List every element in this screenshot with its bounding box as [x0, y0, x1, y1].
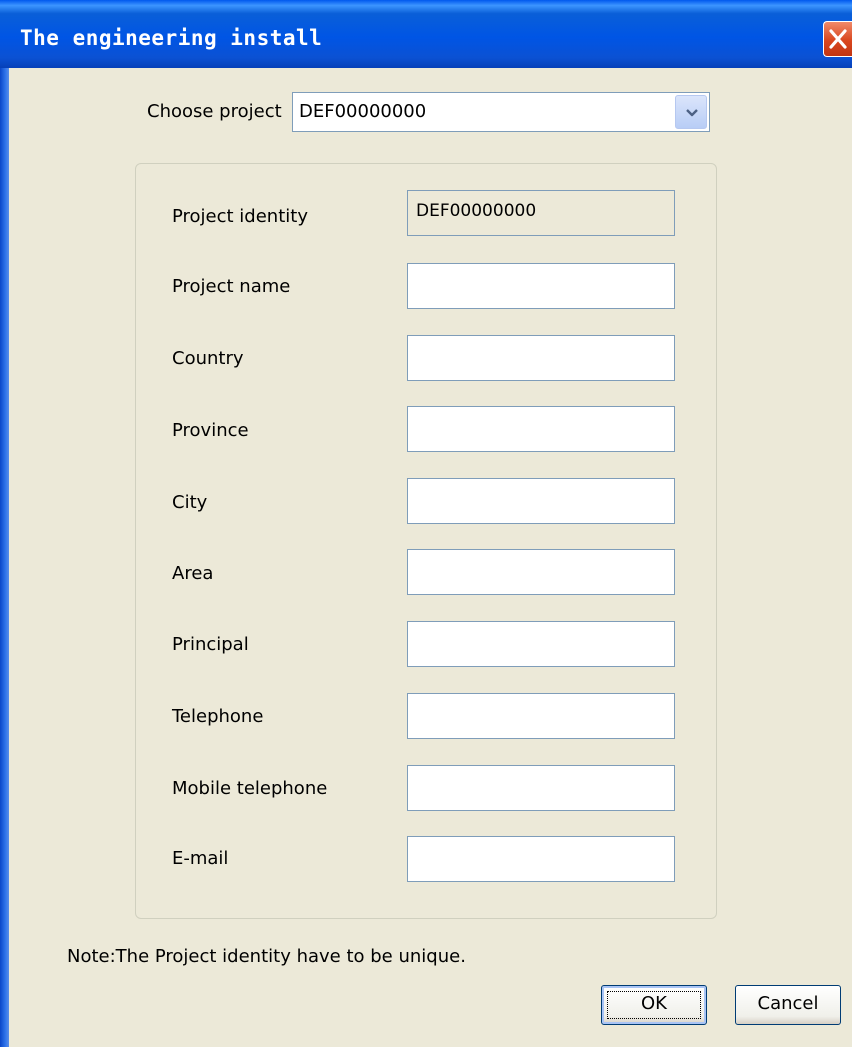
province-field[interactable]	[407, 406, 675, 452]
choose-project-value: DEF00000000	[299, 101, 427, 122]
chevron-down-icon	[686, 109, 698, 117]
cancel-button-label: Cancel	[757, 993, 819, 1014]
area-label: Area	[172, 563, 214, 584]
project-identity-label: Project identity	[172, 206, 308, 227]
dialog-window: The engineering install Choose project D…	[0, 0, 852, 1047]
cancel-button[interactable]: Cancel	[735, 985, 841, 1025]
project-name-field[interactable]	[407, 263, 675, 309]
choose-project-label: Choose project	[147, 101, 282, 122]
principal-field[interactable]	[407, 621, 675, 667]
province-label: Province	[172, 420, 249, 441]
window-frame-left	[0, 68, 9, 1047]
email-label: E-mail	[172, 848, 229, 869]
city-label: City	[172, 492, 208, 513]
combo-dropdown-button[interactable]	[675, 95, 707, 129]
telephone-field[interactable]	[407, 693, 675, 739]
email-field[interactable]	[407, 836, 675, 882]
mobile-telephone-field[interactable]	[407, 765, 675, 811]
principal-label: Principal	[172, 634, 249, 655]
area-field[interactable]	[407, 549, 675, 595]
project-name-label: Project name	[172, 276, 291, 297]
city-field[interactable]	[407, 478, 675, 524]
ok-button[interactable]: OK	[601, 985, 707, 1025]
uniqueness-note: Note:The Project identity have to be uni…	[67, 946, 466, 967]
choose-project-combobox[interactable]: DEF00000000	[292, 92, 710, 132]
country-label: Country	[172, 348, 244, 369]
focus-rectangle	[607, 991, 701, 1019]
project-identity-field: DEF00000000	[407, 190, 675, 236]
mobile-telephone-label: Mobile telephone	[172, 778, 328, 799]
telephone-label: Telephone	[172, 706, 264, 727]
close-button[interactable]	[823, 21, 852, 57]
window-title: The engineering install	[20, 26, 323, 50]
close-icon	[829, 29, 847, 49]
title-bar[interactable]: The engineering install	[0, 0, 852, 68]
country-field[interactable]	[407, 335, 675, 381]
